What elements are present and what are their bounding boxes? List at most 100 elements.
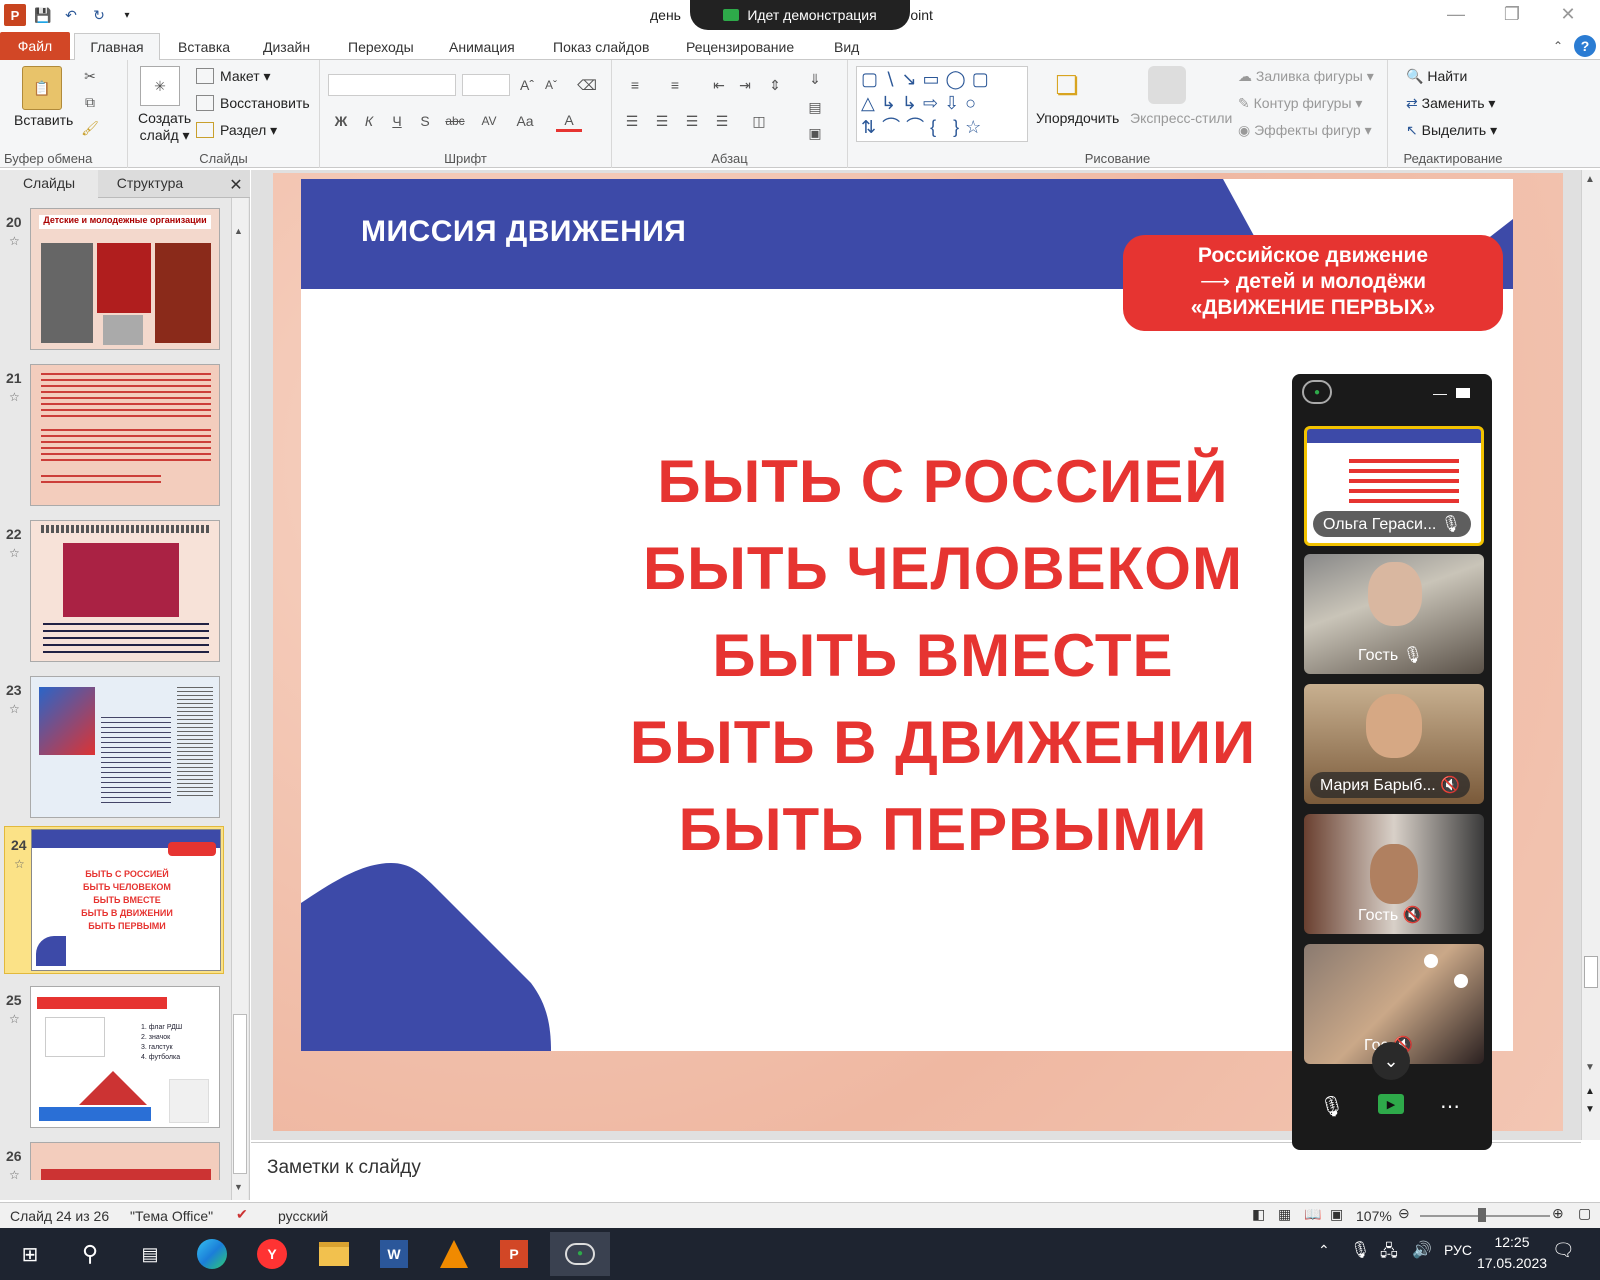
screen-share-icon[interactable]: ▶ xyxy=(1378,1094,1404,1114)
align-center-icon[interactable]: ☰ xyxy=(650,110,674,132)
section-button[interactable]: Раздел ▾ xyxy=(220,122,277,139)
scroll-up-icon[interactable]: ▲ xyxy=(1585,174,1595,185)
align-left-icon[interactable]: ☰ xyxy=(620,110,644,132)
shadow-button[interactable]: S xyxy=(412,110,438,132)
align-right-icon[interactable]: ☰ xyxy=(680,110,704,132)
new-slide-icon[interactable]: ✳ xyxy=(140,66,180,106)
zoom-out-icon[interactable]: ⊖ xyxy=(1398,1205,1410,1222)
zoom-slider-thumb[interactable] xyxy=(1478,1208,1486,1222)
customize-qat-icon[interactable]: ▾ xyxy=(116,4,138,26)
video-call-app-icon[interactable]: ● xyxy=(550,1232,610,1276)
powerpoint-taskbar-icon[interactable]: P xyxy=(490,1232,538,1276)
scroll-down-icon[interactable]: ▼ xyxy=(1585,1062,1595,1073)
help-icon[interactable]: ? xyxy=(1574,35,1596,57)
strike-button[interactable]: abc xyxy=(440,110,470,132)
zoom-level[interactable]: 107% xyxy=(1356,1208,1392,1224)
restore-icon[interactable]: ❐ xyxy=(1492,4,1532,28)
participant-tile[interactable]: Мария Барыб... 🔇 xyxy=(1304,684,1484,804)
shape-fill-button[interactable]: ☁ Заливка фигуры ▾ xyxy=(1238,68,1374,85)
quick-styles-icon[interactable] xyxy=(1148,66,1186,104)
new-slide-button[interactable]: Создать слайд ▾ xyxy=(138,110,191,144)
vlc-icon[interactable] xyxy=(430,1232,478,1276)
edge-icon[interactable] xyxy=(188,1232,236,1276)
file-explorer-icon[interactable] xyxy=(310,1232,358,1276)
bullets-icon[interactable]: ≡ xyxy=(622,74,648,96)
scroll-thumb[interactable] xyxy=(233,1014,247,1174)
tab-design[interactable]: Дизайн xyxy=(263,36,310,60)
minimize-icon[interactable]: — xyxy=(1436,4,1476,28)
next-slide-icon[interactable]: ▼ xyxy=(1585,1104,1595,1115)
input-language[interactable]: РУС xyxy=(1444,1242,1472,1258)
shrink-font-icon[interactable]: Aˇ xyxy=(540,74,562,96)
grow-font-icon[interactable]: Aˆ xyxy=(516,74,538,96)
participant-tile[interactable]: Ольга Гераси... 🎙 xyxy=(1304,426,1484,546)
normal-view-icon[interactable]: ◧ xyxy=(1252,1206,1265,1223)
tab-insert[interactable]: Вставка xyxy=(178,36,230,60)
justify-icon[interactable]: ☰ xyxy=(710,110,734,132)
save-icon[interactable]: 💾 xyxy=(32,4,54,26)
scroll-up-icon[interactable]: ▲ xyxy=(234,226,246,236)
smartart-icon[interactable]: ▣ xyxy=(802,122,828,144)
find-button[interactable]: 🔍 Найти xyxy=(1406,68,1467,85)
clock[interactable]: 12:25 17.05.2023 xyxy=(1472,1232,1552,1274)
clear-format-icon[interactable]: ⌫ xyxy=(576,74,598,96)
tab-slideshow[interactable]: Показ слайдов xyxy=(553,36,649,60)
format-painter-icon[interactable]: 🖌 xyxy=(80,118,100,138)
reading-view-icon[interactable]: 📖 xyxy=(1304,1206,1321,1223)
notes-placeholder[interactable]: Заметки к слайду xyxy=(267,1157,421,1179)
participant-tile[interactable]: Гость 🎙 xyxy=(1304,554,1484,674)
chevron-down-icon[interactable]: ⌄ xyxy=(1372,1042,1410,1080)
search-icon[interactable]: ⚲ xyxy=(66,1232,114,1276)
task-view-icon[interactable]: ▤ xyxy=(126,1232,174,1276)
paste-icon[interactable]: 📋 xyxy=(22,66,62,110)
slide-thumb-24-selected[interactable]: 24 ☆ БЫТЬ С РОССИЕЙ БЫТЬ ЧЕЛОВЕКОМ БЫТЬ … xyxy=(4,826,224,974)
microphone-icon[interactable]: 🎙 xyxy=(1318,1092,1346,1120)
slide-thumb-20[interactable]: 20 ☆ Детские и молодежные организации xyxy=(0,204,228,354)
align-text-icon[interactable]: ▤ xyxy=(802,96,828,118)
start-icon[interactable]: ⊞ xyxy=(6,1232,54,1276)
cut-icon[interactable]: ✂ xyxy=(80,66,100,86)
more-options-icon[interactable]: ⋯ xyxy=(1436,1092,1464,1120)
word-icon[interactable]: W xyxy=(370,1232,418,1276)
change-case-button[interactable]: Aa xyxy=(508,110,542,132)
char-spacing-button[interactable]: AV xyxy=(472,110,506,132)
copy-icon[interactable]: ⧉ xyxy=(80,92,100,112)
italic-button[interactable]: К xyxy=(356,110,382,132)
font-color-button[interactable]: A xyxy=(556,110,582,132)
bold-button[interactable]: Ж xyxy=(328,110,354,132)
tab-animation[interactable]: Анимация xyxy=(449,36,515,60)
shapes-gallery[interactable]: ▢∖↘▭◯▢ △↳↳⇨⇩○ ⇅⌒⌒{ }☆ xyxy=(856,66,1028,142)
quick-styles-button[interactable]: Экспресс-стили xyxy=(1130,110,1232,126)
tab-home[interactable]: Главная xyxy=(74,33,160,61)
tab-file[interactable]: Файл xyxy=(0,32,70,60)
paste-button[interactable]: Вставить xyxy=(14,112,73,128)
underline-button[interactable]: Ч xyxy=(384,110,410,132)
tab-review[interactable]: Рецензирование xyxy=(686,36,794,60)
slide-thumb-25[interactable]: 25 ☆ 1. флаг РДШ 2. значок 3. галстук 4.… xyxy=(0,982,228,1132)
undo-icon[interactable]: ↶ xyxy=(60,4,82,26)
tray-mic-icon[interactable]: 🎙 xyxy=(1350,1240,1370,1260)
fit-slide-icon[interactable]: ▢ xyxy=(1578,1205,1591,1222)
notes-pane[interactable]: Заметки к слайду xyxy=(251,1142,1581,1200)
reset-button[interactable]: Восстановить xyxy=(220,95,310,111)
slide-scrollbar[interactable]: ▲ ▼ ▲ ▼ xyxy=(1581,170,1600,1140)
prev-slide-icon[interactable]: ▲ xyxy=(1585,1086,1595,1097)
collapse-ribbon-icon[interactable]: ⌃ xyxy=(1548,36,1568,56)
select-button[interactable]: ↖ Выделить ▾ xyxy=(1406,122,1497,139)
shape-outline-button[interactable]: ✎ Контур фигуры ▾ xyxy=(1238,95,1362,112)
sorter-view-icon[interactable]: ▦ xyxy=(1278,1206,1291,1223)
tray-chevron-icon[interactable]: ⌃ xyxy=(1318,1242,1330,1259)
close-icon[interactable]: ✕ xyxy=(1548,4,1588,28)
minimize-panel-icon[interactable]: — xyxy=(1432,385,1448,401)
arrange-button[interactable]: Упорядочить xyxy=(1036,110,1119,126)
font-name-select[interactable] xyxy=(328,74,456,96)
zoom-in-icon[interactable]: ⊕ xyxy=(1552,1205,1564,1222)
redo-icon[interactable]: ↻ xyxy=(88,4,110,26)
participant-tile[interactable]: Гость 🔇 xyxy=(1304,814,1484,934)
language-indicator[interactable]: русский xyxy=(278,1208,328,1224)
notifications-icon[interactable]: 🗨 xyxy=(1552,1240,1575,1261)
close-pane-icon[interactable]: ✕ xyxy=(224,170,248,198)
yandex-browser-icon[interactable]: Y xyxy=(248,1232,296,1276)
slideshow-view-icon[interactable]: ▣ xyxy=(1330,1206,1343,1223)
volume-icon[interactable]: 🔊 xyxy=(1412,1240,1432,1260)
